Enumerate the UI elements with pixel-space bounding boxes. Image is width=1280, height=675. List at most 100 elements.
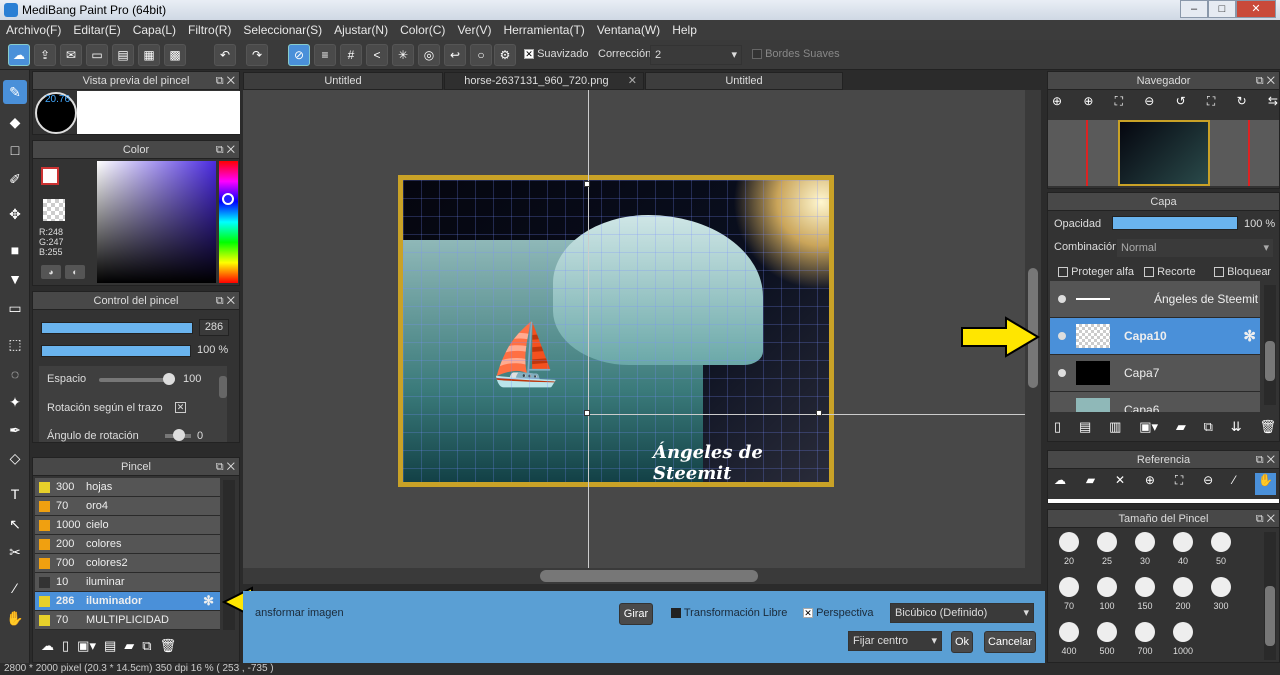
size-preset[interactable]: 70 [1050,577,1088,611]
transform-handle[interactable] [584,181,590,187]
concentric-snap-icon[interactable]: ◎ [418,44,440,66]
crisscross-snap-icon[interactable]: # [340,44,362,66]
transparent-swatch[interactable] [43,199,65,221]
circle-snap-icon[interactable]: ○ [470,44,492,66]
speech-icon[interactable]: ▭ [86,44,108,66]
radial-snap-icon[interactable]: ✳ [392,44,414,66]
new-layer-icon[interactable]: ▯ [1054,419,1061,439]
clip-checkbox[interactable] [1144,267,1154,278]
maximize-button[interactable]: □ [1208,0,1236,18]
comment-icon[interactable]: ✉ [60,44,82,66]
hue-handle[interactable] [222,193,234,205]
vanishing-snap-icon[interactable]: < [366,44,388,66]
zoom-out-icon[interactable]: ⊖ [1144,94,1154,116]
ref-hand-icon[interactable]: ✋ [1254,473,1276,495]
smooth-checkbox[interactable] [524,49,534,60]
select-pen-icon[interactable]: ✒ [3,418,27,442]
menu-editar[interactable]: Editar(E) [73,23,120,37]
brush-size-scrollbar[interactable] [1264,532,1276,660]
open-reference-icon[interactable]: ▰ [1086,473,1095,495]
tab-close-icon[interactable]: ✕ [628,73,637,89]
brush-size-slider[interactable] [41,322,193,334]
size-preset[interactable]: 500 [1088,622,1126,656]
hue-slider[interactable] [219,161,238,283]
size-preset[interactable]: 200 [1164,577,1202,611]
brush-opacity-slider[interactable] [41,345,191,357]
dot-tool-icon[interactable]: □ [3,138,27,162]
close-window-button[interactable]: ✕ [1236,0,1276,18]
new-brush-icon[interactable]: ▯ [62,638,69,660]
menu-seleccionar[interactable]: Seleccionar(S) [243,23,322,37]
list-item[interactable]: 1000 cielo [35,516,220,535]
perspective-option[interactable]: Perspectiva [803,607,874,619]
layer-folder-icon[interactable]: ▰ [1176,419,1186,439]
flip-icon[interactable]: ⇆ [1268,94,1278,116]
layer-scrollbar[interactable] [1264,285,1276,405]
merge-layer-icon[interactable]: ⇊ [1231,419,1242,439]
layer-row-active[interactable]: Capa10 ✻ [1050,318,1260,355]
curve-snap-icon[interactable]: ↩ [444,44,466,66]
rotate-button[interactable]: Girar [619,603,653,625]
panel-icon[interactable]: ▦ [138,44,160,66]
reset-view-icon[interactable]: ⛶ [1207,94,1215,116]
menu-filtro[interactable]: Filtro(R) [188,23,231,37]
folder-icon[interactable]: ▰ [124,638,134,660]
delete-layer-icon[interactable]: 🗑 [1259,419,1276,439]
undo-icon[interactable]: ↶ [214,44,236,66]
brush-tool-icon[interactable]: ✎ [3,80,27,104]
list-item[interactable]: 200 colores [35,535,220,554]
gear-icon[interactable]: ✻ [203,593,214,609]
interpolation-select[interactable]: Bicúbico (Definido) ▾ [890,603,1034,623]
ref-zoom-out-icon[interactable]: ⊖ [1203,473,1213,495]
select-eraser-icon[interactable]: ◇ [3,446,27,470]
menu-ventana[interactable]: Ventana(W) [597,23,660,37]
operation-tool-icon[interactable]: ↖ [3,512,27,536]
horizontal-scrollbar[interactable] [243,568,1041,584]
layer-scroll-thumb[interactable] [1265,341,1275,381]
menu-capa[interactable]: Capa(L) [133,23,176,37]
cloud-download-icon[interactable]: ☁ [41,638,54,660]
size-preset[interactable]: 25 [1088,532,1126,566]
page-icon[interactable]: ▤ [112,44,134,66]
size-preset[interactable]: 150 [1126,577,1164,611]
panel-close-icon[interactable]: ⧉ ✕ [1256,72,1275,90]
snap-settings-icon[interactable]: ⚙ [494,44,516,66]
hand-tool-icon[interactable]: ✋ [3,606,27,630]
visibility-icon[interactable] [1058,332,1066,340]
protect-alpha-option[interactable]: Proteger alfa [1058,266,1134,278]
menu-herramienta[interactable]: Herramienta(T) [503,23,584,37]
list-item[interactable]: 70 oro4 [35,497,220,516]
menu-ver[interactable]: Ver(V) [457,23,491,37]
size-preset[interactable]: 700 [1126,622,1164,656]
size-preset[interactable]: 300 [1202,577,1240,611]
add-brush-icon[interactable]: ▣▾ [77,638,96,660]
list-item[interactable]: 10 iluminar [35,573,220,592]
gear-icon[interactable]: ✻ [1243,327,1256,345]
add-layer-menu-icon[interactable]: ▣▾ [1139,419,1158,439]
brush-size-scroll-thumb[interactable] [1265,586,1275,646]
trash-icon[interactable]: 🗑 [160,638,177,660]
ref-fit-icon[interactable]: ⛶ [1175,473,1183,495]
brush-settings-icon[interactable]: ▤ [104,638,116,660]
perspective-checkbox[interactable] [803,608,813,619]
rotate-right-icon[interactable]: ↻ [1237,94,1247,116]
menu-help[interactable]: Help [672,23,697,37]
free-transform-option[interactable]: Transformación Libre [671,607,787,619]
grid-panel-icon[interactable]: ▩ [164,44,186,66]
zoom-fit-icon[interactable]: ⊕ [1052,94,1062,116]
reference-canvas[interactable] [1048,499,1279,503]
list-item[interactable]: 70 MULTIPLICIDAD [35,611,220,630]
fill-shape-icon[interactable]: ■ [3,238,27,262]
size-preset[interactable]: 400 [1050,622,1088,656]
horizontal-scroll-thumb[interactable] [540,570,758,582]
gradient-tool-icon[interactable]: ▭ [3,296,27,320]
color-mix-icon[interactable]: ◐ [65,265,85,279]
transform-handle[interactable] [584,410,590,416]
eraser-tool-icon[interactable]: ◆ [3,110,27,134]
visibility-icon[interactable] [1058,295,1066,303]
ok-button[interactable]: Ok [951,631,973,653]
layer-row[interactable]: Ángeles de Steemit [1050,281,1260,318]
lasso-tool-icon[interactable]: ◌ [3,362,27,386]
list-item-selected[interactable]: 286 iluminador ✻ [35,592,220,611]
menu-color[interactable]: Color(C) [400,23,445,37]
